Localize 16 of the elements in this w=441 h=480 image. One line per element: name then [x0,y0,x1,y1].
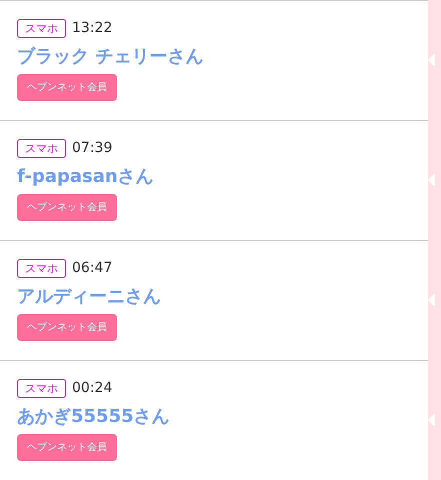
member-badge: ヘブンネット会員 [17,314,117,341]
visit-time: 07:39 [72,140,112,156]
visitor-name: あかぎ55555さん [17,405,171,429]
visit-time: 00:24 [72,380,112,396]
device-tag: スマホ [17,18,66,38]
device-tag: スマホ [17,258,66,278]
member-badge: ヘブンネット会員 [17,74,117,101]
visitor-name: アルディーニさん [17,285,162,309]
visitor-name: ブラック チェリーさん [17,45,204,69]
member-badge: ヘブンネット会員 [17,434,117,461]
visit-time: 13:22 [72,20,112,36]
member-badge: ヘブンネット会員 [17,194,117,221]
visit-time: 06:47 [72,260,112,276]
visitor-name: f-papasanさん [17,165,155,189]
device-tag: スマホ [17,378,66,398]
device-tag: スマホ [17,138,66,158]
